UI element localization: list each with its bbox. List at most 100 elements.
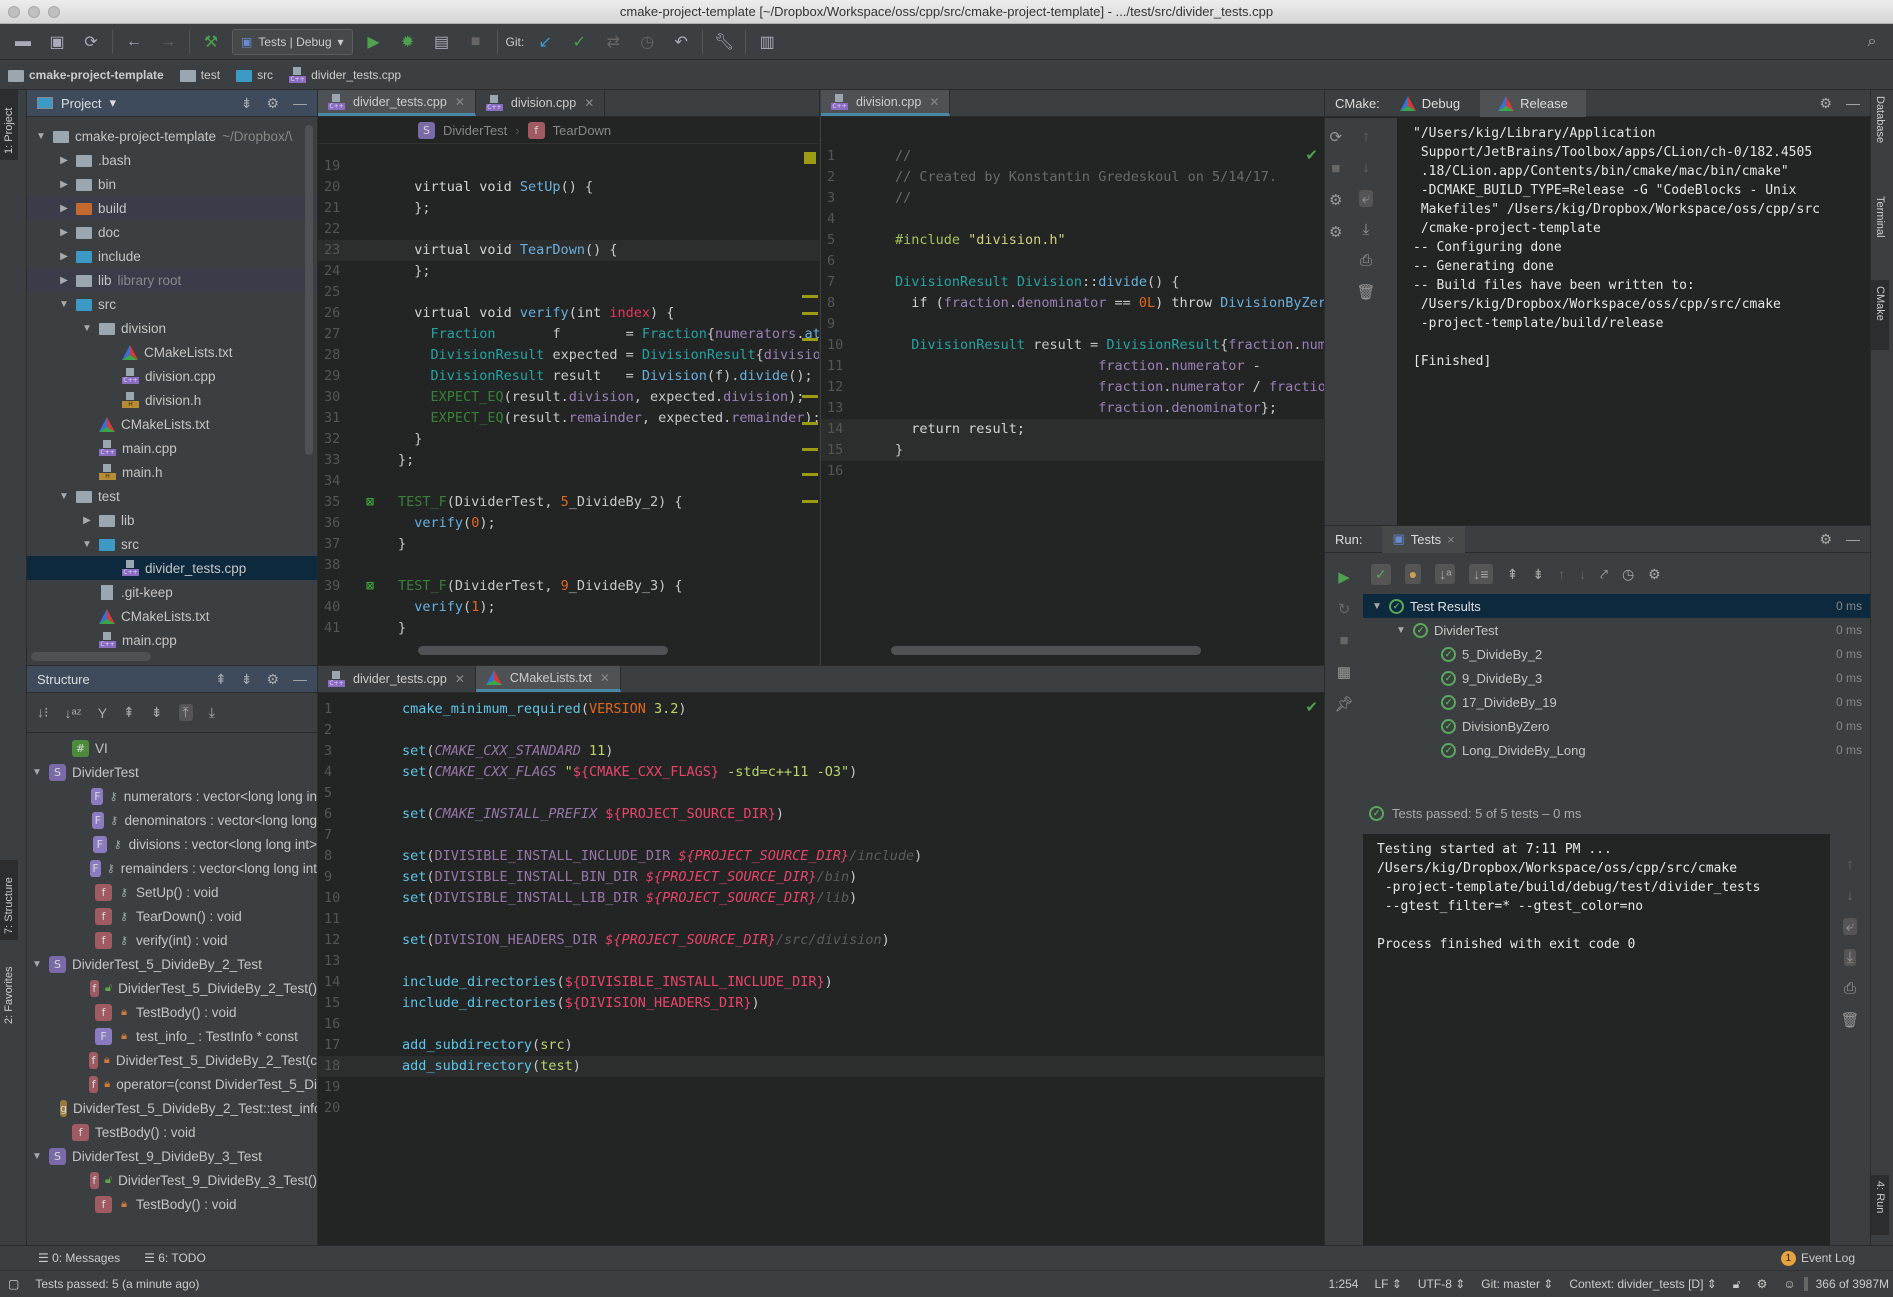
scroll-to-end-icon[interactable]: ⤓ <box>1843 949 1857 966</box>
expand-icon[interactable]: ⇞ <box>123 704 135 721</box>
close-window-button[interactable] <box>8 6 20 18</box>
expand-all-icon[interactable]: ⇞ <box>215 671 227 688</box>
structure-item[interactable]: f 🔒︎ TestBody() : void <box>27 1000 317 1024</box>
cmake-tab-debug[interactable]: Debug <box>1399 95 1460 111</box>
structure-item[interactable]: F ⚷ denominators : vector<long long <box>27 808 317 832</box>
tree-item[interactable]: main.cpp <box>27 436 317 460</box>
run-tab-tests[interactable]: ▣ Tests × <box>1382 525 1465 553</box>
up-arrow-icon[interactable]: ↑ <box>1362 128 1370 145</box>
structure-item[interactable]: f 🔒︎ operator=(const DividerTest_5_Di <box>27 1072 317 1096</box>
structure-item[interactable]: ▼ S DividerTest_9_DivideBy_3_Test <box>27 1144 317 1168</box>
open-folder-icon[interactable]: ▬ <box>10 29 36 55</box>
sort-by-duration-icon[interactable]: ↓≡ <box>1469 564 1493 584</box>
caret-position[interactable]: 1:254 <box>1320 1277 1366 1291</box>
close-tab-icon[interactable]: ✕ <box>600 671 610 685</box>
tree-item[interactable]: .git-keep <box>27 580 317 604</box>
test-result-item[interactable]: ✓ 17_DivideBy_19 0 ms <box>1363 690 1870 714</box>
show-ignored-icon[interactable]: ● <box>1404 564 1422 584</box>
expanded-arrow-icon[interactable]: ▼ <box>35 131 47 142</box>
structure-item[interactable]: F ⚷ remainders : vector<long long int <box>27 856 317 880</box>
run-test-icon[interactable]: ⊠ <box>366 576 374 597</box>
stop-icon[interactable]: ■ <box>1331 160 1340 177</box>
build-hammer-icon[interactable]: ⚒ <box>198 29 224 55</box>
test-history-icon[interactable]: ◷ <box>1622 566 1634 583</box>
structure-item[interactable]: f 🔓︎ DividerTest_5_DivideBy_2_Test() <box>27 976 317 1000</box>
settings-wrench-icon[interactable]: 🔧︎ <box>711 29 737 55</box>
tree-item[interactable]: CMakeLists.txt <box>27 340 317 364</box>
tree-item[interactable]: ▶ lib library root <box>27 268 317 292</box>
run-with-coverage-icon[interactable]: ▤ <box>429 29 455 55</box>
breadcrumb-file[interactable]: divider_tests.cpp <box>289 66 413 83</box>
trash-icon[interactable]: 🗑︎ <box>1840 1011 1859 1029</box>
code-area[interactable]: 1 // 2 // Created by Konstantin Gredeskoul … <box>821 146 1324 482</box>
stop-icon[interactable]: ■ <box>463 29 489 55</box>
terminal-tool-tab[interactable]: Terminal <box>1871 190 1889 270</box>
structure-item[interactable]: F 🔒︎ test_info_ : TestInfo * const <box>27 1024 317 1048</box>
layout-icon[interactable]: ▦ <box>1337 663 1351 681</box>
git-compare-icon[interactable]: ⇄ <box>600 29 626 55</box>
editor-tab[interactable]: division.cpp ✕ <box>821 90 951 116</box>
structure-item[interactable]: ▼ S DividerTest_5_DivideBy_2_Test <box>27 952 317 976</box>
structure-item[interactable]: F ⚷ divisions : vector<long long int> <box>27 832 317 856</box>
git-branch-select[interactable]: Git: master ⇕ <box>1473 1277 1561 1291</box>
breadcrumb-src[interactable]: src <box>236 68 285 82</box>
context-select[interactable]: Context: divider_tests [D] ⇕ <box>1561 1277 1724 1291</box>
test-result-item[interactable]: ✓ 5_DivideBy_2 0 ms <box>1363 642 1870 666</box>
show-passed-icon[interactable]: ✓ <box>1371 563 1391 585</box>
cmake-tab-release[interactable]: Release <box>1480 89 1586 117</box>
collapse-all-icon[interactable]: ⇟ <box>1532 566 1544 583</box>
trash-icon[interactable]: 🗑︎ <box>1356 283 1375 301</box>
encoding-select[interactable]: UTF-8 ⇕ <box>1410 1277 1473 1291</box>
horizontal-scrollbar[interactable] <box>418 646 668 655</box>
close-tab-icon[interactable]: × <box>1447 532 1455 547</box>
close-tab-icon[interactable]: ✕ <box>929 95 939 109</box>
expanded-arrow-icon[interactable]: ▼ <box>1371 601 1383 612</box>
tree-item[interactable]: CMakeLists.txt <box>27 604 317 628</box>
collapsed-arrow-icon[interactable]: ▶ <box>58 179 70 190</box>
run-icon[interactable]: ▶ <box>361 29 387 55</box>
code-area[interactable]: 19 20 virtual void SetUp() {21 }; 22 23 vir… <box>318 156 819 639</box>
tree-item[interactable]: CMakeLists.txt <box>27 412 317 436</box>
collapsed-arrow-icon[interactable]: ▶ <box>58 227 70 238</box>
editor-tab[interactable]: divider_tests.cpp ✕ <box>318 666 476 692</box>
git-history-icon[interactable]: ◷ <box>634 29 660 55</box>
memory-indicator[interactable]: 366 of 3987M <box>1803 1277 1893 1291</box>
structure-item[interactable]: ▼ S DividerTest <box>27 760 317 784</box>
hide-icon[interactable]: — <box>293 95 307 112</box>
sort-alphabetically-icon[interactable]: ↓ᵃᶻ <box>64 705 81 721</box>
tree-item[interactable]: ▼ src <box>27 532 317 556</box>
gear-icon[interactable]: ⚙ <box>266 671 279 688</box>
collapsed-arrow-icon[interactable]: ▶ <box>58 275 70 286</box>
sort-alphabetically-icon[interactable]: ↓ᵃ <box>1435 564 1456 584</box>
tree-item[interactable]: main.h <box>27 460 317 484</box>
autoscroll-to-source-icon[interactable]: ⤒ <box>178 704 193 721</box>
forward-icon[interactable]: → <box>155 29 181 55</box>
tree-item[interactable]: ▶ .bash <box>27 148 317 172</box>
expanded-arrow-icon[interactable]: ▼ <box>58 299 70 310</box>
down-arrow-icon[interactable]: ↓ <box>1362 159 1370 176</box>
expand-all-icon[interactable]: ⇞ <box>1507 566 1519 583</box>
event-log-tool-tab[interactable]: 1 Event Log <box>1780 1250 1855 1266</box>
tree-item[interactable]: ▶ include <box>27 244 317 268</box>
tree-item[interactable]: division.cpp <box>27 364 317 388</box>
structure-view-icon[interactable]: ▥ <box>754 29 780 55</box>
sync-icon[interactable]: ⟳ <box>78 29 104 55</box>
breadcrumb-function[interactable]: TearDown <box>553 123 612 138</box>
breadcrumb-struct[interactable]: DividerTest <box>443 123 507 138</box>
zoom-window-button[interactable] <box>48 6 60 18</box>
horizontal-scrollbar[interactable] <box>891 646 1201 655</box>
editor-tab[interactable]: CMakeLists.txt ✕ <box>475 666 621 692</box>
collapsed-arrow-icon[interactable]: ▶ <box>58 203 70 214</box>
previous-failed-icon[interactable]: ↑ <box>1558 566 1565 582</box>
up-arrow-icon[interactable]: ↑ <box>1846 856 1854 873</box>
print-icon[interactable]: ⎙ <box>1844 980 1856 997</box>
expanded-arrow-icon[interactable]: ▼ <box>31 1151 43 1162</box>
collapse-icon[interactable]: ⇟ <box>151 704 163 721</box>
vertical-scrollbar[interactable] <box>305 125 313 455</box>
test-result-item[interactable]: ✓ DivisionByZero 0 ms <box>1363 714 1870 738</box>
messages-tool-tab[interactable]: ☰ 0: Messages <box>38 1251 120 1265</box>
editor-cmakelists[interactable]: divider_tests.cpp ✕ CMakeLists.txt ✕ 1 cmake… <box>318 665 1325 1245</box>
structure-item[interactable]: f ⚷ verify(int) : void <box>27 928 317 952</box>
structure-item[interactable]: f 🔓︎ DividerTest_9_DivideBy_3_Test() <box>27 1168 317 1192</box>
tree-item[interactable]: ▶ bin <box>27 172 317 196</box>
